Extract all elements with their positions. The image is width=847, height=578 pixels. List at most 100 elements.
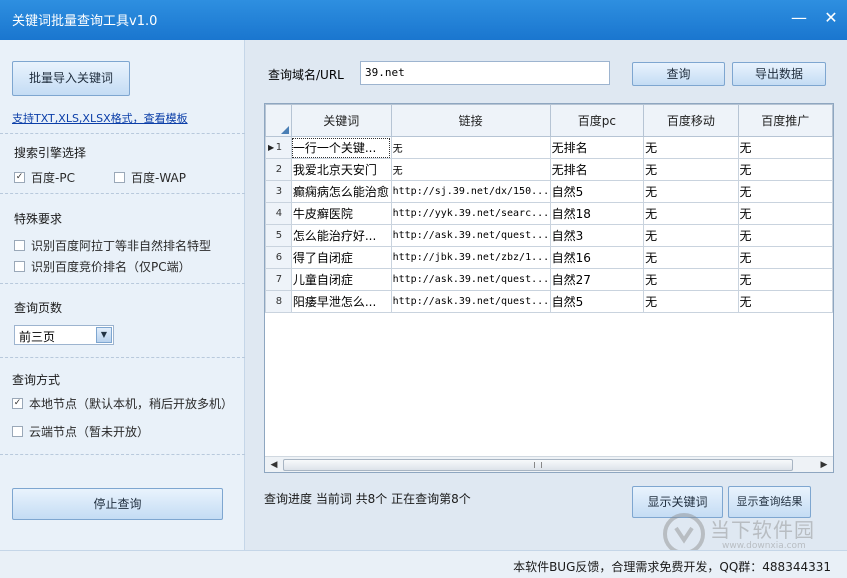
keyword-cell[interactable]: 儿童自闭症 bbox=[290, 268, 392, 291]
keyword-cell[interactable]: 癫痫病怎么能治愈 bbox=[290, 180, 392, 203]
scroll-left-icon[interactable]: ◀ bbox=[267, 458, 281, 472]
baidu-mobile-cell[interactable]: 无 bbox=[643, 136, 739, 159]
scroll-right-icon[interactable]: ▶ bbox=[817, 458, 831, 472]
row-number[interactable]: 2 bbox=[265, 158, 292, 181]
link-cell[interactable]: http://ask.39.net/quest... bbox=[390, 290, 551, 313]
baidu-promo-cell[interactable]: 无 bbox=[737, 246, 833, 269]
baidu-promo-cell[interactable]: 无 bbox=[737, 136, 833, 159]
row-number[interactable]: ▶ 1 bbox=[265, 136, 292, 159]
baidu-promo-cell[interactable]: 无 bbox=[737, 180, 833, 203]
keyword-cell[interactable]: 怎么能治疗好... bbox=[290, 224, 392, 247]
keyword-cell[interactable]: 牛皮癣医院 bbox=[290, 202, 392, 225]
baidu-mobile-cell[interactable]: 无 bbox=[643, 246, 739, 269]
column-header-link[interactable]: 链接 bbox=[390, 104, 551, 137]
keyword-cell[interactable]: 得了自闭症 bbox=[290, 246, 392, 269]
special-ppc-checkbox[interactable]: 识别百度竞价排名（仅PC端） bbox=[14, 258, 191, 275]
minimize-button[interactable]: — bbox=[786, 6, 812, 30]
link-cell[interactable]: http://jbk.39.net/zbz/1... bbox=[390, 246, 551, 269]
status-bar: 本软件BUG反馈，合理需求免费开发，QQ群：488344331 bbox=[0, 550, 847, 578]
baidu-promo-cell[interactable]: 无 bbox=[737, 202, 833, 225]
row-number[interactable]: 8 bbox=[265, 290, 292, 313]
baidu-promo-cell[interactable]: 无 bbox=[737, 268, 833, 291]
table-row[interactable]: 5 怎么能治疗好... http://ask.39.net/quest... 自… bbox=[265, 224, 833, 247]
domain-input[interactable]: 39.net bbox=[360, 61, 610, 85]
table-row[interactable]: 8 阳痿早泄怎么... http://ask.39.net/quest... 自… bbox=[265, 290, 833, 313]
baidu-pc-cell[interactable]: 自然5 bbox=[549, 290, 645, 313]
horizontal-scrollbar[interactable]: ◀ ▶ bbox=[265, 456, 833, 472]
checkbox-checked-icon: ✓ bbox=[14, 172, 25, 183]
row-number[interactable]: 5 bbox=[265, 224, 292, 247]
engine-section-label: 搜索引擎选择 bbox=[14, 146, 87, 160]
divider bbox=[0, 357, 245, 358]
baidu-promo-cell[interactable]: 无 bbox=[737, 158, 833, 181]
query-button[interactable]: 查询 bbox=[632, 62, 725, 86]
baidu-mobile-cell[interactable]: 无 bbox=[643, 158, 739, 181]
engine-baidu-wap-checkbox[interactable]: 百度-WAP bbox=[114, 169, 186, 186]
header-row: 关键词 链接 百度pc 百度移动 百度推广 bbox=[265, 104, 833, 137]
mode-local-checkbox[interactable]: ✓ 本地节点（默认本机，稍后开放多机） bbox=[12, 395, 233, 412]
special-section-label: 特殊要求 bbox=[14, 212, 63, 226]
row-number[interactable]: 3 bbox=[265, 180, 292, 203]
select-all-icon bbox=[280, 126, 289, 134]
table-row[interactable]: 4 牛皮癣医院 http://yyk.39.net/searc... 自然18 … bbox=[265, 202, 833, 225]
baidu-mobile-cell[interactable]: 无 bbox=[643, 268, 739, 291]
column-header-keyword[interactable]: 关键词 bbox=[290, 104, 392, 137]
grip-icon bbox=[534, 462, 542, 468]
link-cell[interactable]: 无 bbox=[390, 158, 551, 181]
left-panel: 批量导入关键词 支持TXT,XLS,XLSX格式，查看模板 搜索引擎选择 ✓ 百… bbox=[0, 40, 245, 550]
export-data-button[interactable]: 导出数据 bbox=[732, 62, 826, 86]
window-title: 关键词批量查询工具v1.0 bbox=[12, 14, 158, 29]
baidu-pc-cell[interactable]: 自然3 bbox=[549, 224, 645, 247]
row-number[interactable]: 7 bbox=[265, 268, 292, 291]
row-number[interactable]: 4 bbox=[265, 202, 292, 225]
mode-cloud-checkbox[interactable]: 云端节点（暂未开放） bbox=[12, 423, 149, 440]
baidu-pc-cell[interactable]: 自然5 bbox=[549, 180, 645, 203]
close-button[interactable]: ✕ bbox=[818, 6, 844, 30]
column-header-baidu-promo[interactable]: 百度推广 bbox=[737, 104, 833, 137]
stop-query-button[interactable]: 停止查询 bbox=[12, 488, 223, 520]
import-keywords-button[interactable]: 批量导入关键词 bbox=[12, 61, 130, 96]
link-cell[interactable]: http://sj.39.net/dx/150... bbox=[390, 180, 551, 203]
link-cell[interactable]: http://ask.39.net/quest... bbox=[390, 268, 551, 291]
baidu-mobile-cell[interactable]: 无 bbox=[643, 202, 739, 225]
baidu-mobile-cell[interactable]: 无 bbox=[643, 290, 739, 313]
table-row[interactable]: ▶ 1 一行一个关键... 无 无排名 无 无 bbox=[265, 136, 833, 159]
status-text: 本软件BUG反馈，合理需求免费开发，QQ群：488344331 bbox=[513, 560, 831, 574]
keyword-cell[interactable]: 一行一个关键... bbox=[290, 136, 392, 159]
baidu-pc-cell[interactable]: 无排名 bbox=[549, 136, 645, 159]
baidu-pc-cell[interactable]: 自然27 bbox=[549, 268, 645, 291]
current-row-arrow-icon: ▶ bbox=[268, 143, 275, 152]
checkbox-checked-icon: ✓ bbox=[12, 398, 23, 409]
keyword-cell[interactable]: 阳痿早泄怎么... bbox=[290, 290, 392, 313]
pages-select[interactable]: 前三页 ▼ bbox=[14, 325, 114, 345]
scrollbar-thumb[interactable] bbox=[283, 459, 793, 471]
engine-baidu-pc-checkbox[interactable]: ✓ 百度-PC bbox=[14, 169, 75, 186]
baidu-mobile-cell[interactable]: 无 bbox=[643, 180, 739, 203]
template-link[interactable]: 支持TXT,XLS,XLSX格式，查看模板 bbox=[12, 110, 188, 126]
column-header-baidu-mobile[interactable]: 百度移动 bbox=[643, 104, 739, 137]
keyword-cell[interactable]: 我爱北京天安门 bbox=[290, 158, 392, 181]
row-number[interactable]: 6 bbox=[265, 246, 292, 269]
column-header-baidu-pc[interactable]: 百度pc bbox=[549, 104, 645, 137]
table-row[interactable]: 2 我爱北京天安门 无 无排名 无 无 bbox=[265, 158, 833, 181]
special-aladdin-checkbox[interactable]: 识别百度阿拉丁等非自然排名特型 bbox=[14, 237, 211, 254]
baidu-pc-cell[interactable]: 自然18 bbox=[549, 202, 645, 225]
baidu-promo-cell[interactable]: 无 bbox=[737, 224, 833, 247]
show-keywords-button[interactable]: 显示关键词 bbox=[632, 486, 723, 518]
link-cell[interactable]: http://ask.39.net/quest... bbox=[390, 224, 551, 247]
baidu-pc-cell[interactable]: 自然16 bbox=[549, 246, 645, 269]
baidu-pc-cell[interactable]: 无排名 bbox=[549, 158, 645, 181]
table-row[interactable]: 7 儿童自闭症 http://ask.39.net/quest... 自然27 … bbox=[265, 268, 833, 291]
baidu-mobile-cell[interactable]: 无 bbox=[643, 224, 739, 247]
table-row[interactable]: 3 癫痫病怎么能治愈 http://sj.39.net/dx/150... 自然… bbox=[265, 180, 833, 203]
checkbox-unchecked-icon bbox=[14, 261, 25, 272]
divider bbox=[0, 283, 245, 284]
mode-section-label: 查询方式 bbox=[12, 373, 61, 387]
dropdown-arrow-icon[interactable]: ▼ bbox=[96, 327, 112, 343]
table-row[interactable]: 6 得了自闭症 http://jbk.39.net/zbz/1... 自然16 … bbox=[265, 246, 833, 269]
corner-cell[interactable] bbox=[265, 104, 292, 137]
baidu-promo-cell[interactable]: 无 bbox=[737, 290, 833, 313]
show-results-button[interactable]: 显示查询结果 bbox=[728, 486, 811, 518]
link-cell[interactable]: http://yyk.39.net/searc... bbox=[390, 202, 551, 225]
link-cell[interactable]: 无 bbox=[390, 136, 551, 159]
